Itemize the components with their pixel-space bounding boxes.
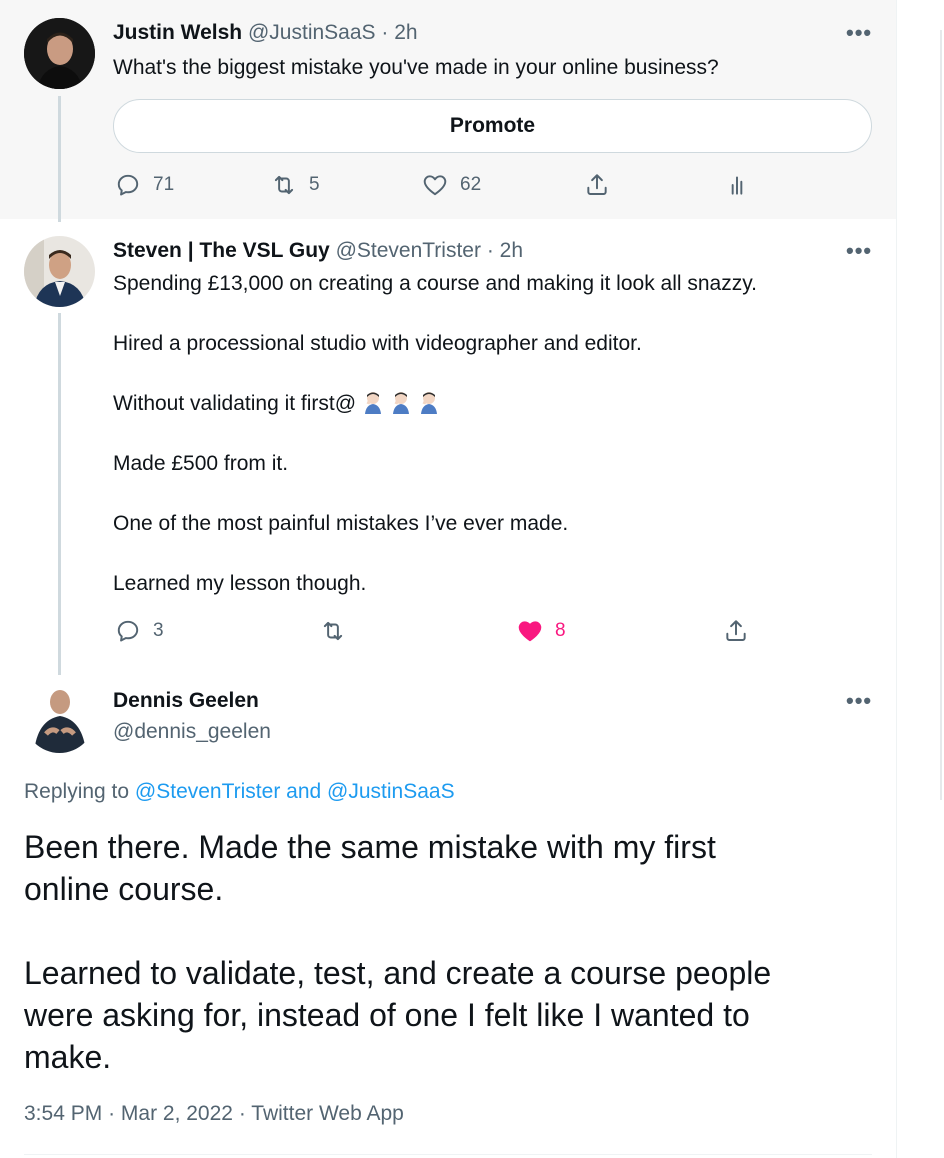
more-options-button[interactable]: ••• (846, 22, 872, 44)
author-name[interactable]: Justin Welsh (113, 21, 242, 44)
like-count: 62 (460, 174, 482, 195)
replying-to: Replying to @StevenTrister and @JustinSa… (24, 780, 455, 804)
tweet-text-line: Spending £13,000 on creating a course an… (113, 272, 758, 295)
reply-icon (117, 174, 139, 196)
promote-button[interactable]: Promote (113, 99, 872, 153)
tweet-text-line: One of the most painful mistakes I’ve ev… (113, 512, 569, 535)
tweet-text-line: Been there. Made the same mistake with m… (24, 829, 716, 865)
analytics-icon (731, 176, 743, 195)
tweet-source[interactable]: Twitter Web App (251, 1102, 404, 1125)
retweet-icon (323, 621, 343, 641)
heart-filled-icon (518, 621, 542, 642)
retweet-button[interactable]: 5 (271, 172, 320, 198)
facepalm-emoji-icon (418, 390, 440, 414)
share-button[interactable] (584, 172, 610, 198)
meta-separator: · (238, 1102, 246, 1125)
thread-line (58, 96, 61, 222)
divider (24, 1154, 872, 1155)
tweet-text-line: Without validating it first@ (113, 392, 357, 415)
tweet-text: What's the biggest mistake you've made i… (113, 56, 719, 79)
facepalm-emoji-icon (390, 390, 412, 414)
tweet-time[interactable]: 3:54 PM (24, 1102, 102, 1125)
share-icon (726, 620, 746, 641)
scrollbar[interactable] (940, 30, 942, 800)
avatar[interactable] (24, 682, 95, 753)
more-options-button[interactable]: ••• (846, 690, 872, 712)
tweet-header: Justin Welsh @JustinSaaS · 2h (113, 19, 418, 47)
reply-count: 71 (153, 174, 175, 195)
reply-icon (117, 620, 139, 642)
heart-icon (423, 175, 447, 196)
tweet-text-line: Learned to validate, test, and create a … (24, 955, 772, 991)
author-name[interactable]: Steven | The VSL Guy (113, 239, 330, 262)
tweet-header: Steven | The VSL Guy @StevenTrister · 2h (113, 237, 523, 265)
meta-separator: · (108, 1102, 116, 1125)
analytics-button[interactable] (724, 172, 750, 198)
avatar-photo (24, 682, 95, 753)
tweet-text-line: Learned my lesson though. (113, 572, 367, 595)
tweet-time[interactable]: · 2h (487, 239, 523, 262)
tweet-text-line: Made £500 from it. (113, 452, 289, 475)
retweet-button[interactable] (320, 618, 346, 644)
tweet-text-line: were asking for, instead of one I felt l… (24, 997, 750, 1033)
replying-prefix: Replying to (24, 780, 130, 803)
author-handle-row: @dennis_geelen (113, 718, 271, 746)
tweet-justin[interactable]: Justin Welsh @JustinSaaS · 2h ••• What's… (0, 0, 896, 222)
avatar[interactable] (24, 236, 95, 307)
like-button[interactable]: 62 (422, 172, 481, 198)
author-handle[interactable]: @StevenTrister (336, 239, 481, 262)
author-handle[interactable]: @dennis_geelen (113, 720, 271, 743)
retweet-icon (274, 175, 294, 195)
tweet-text-line-with-emoji: Without validating it first@ (113, 390, 440, 418)
author-name-row: Dennis Geelen (113, 687, 259, 715)
author-name[interactable]: Dennis Geelen (113, 689, 259, 712)
tweet-text-line: make. (24, 1039, 112, 1075)
like-button[interactable]: 8 (517, 618, 566, 644)
replying-to-link[interactable]: @StevenTrister and @JustinSaaS (135, 780, 455, 803)
facepalm-emoji-icon (362, 390, 384, 414)
share-button[interactable] (723, 618, 749, 644)
author-handle[interactable]: @JustinSaaS (248, 21, 376, 44)
avatar-photo (24, 18, 95, 89)
tweet-text-line: Hired a processional studio with videogr… (113, 332, 642, 355)
thread-line (58, 313, 61, 675)
share-icon (587, 174, 607, 195)
avatar-photo (24, 236, 95, 307)
reply-button[interactable]: 3 (115, 618, 164, 644)
like-count: 8 (555, 620, 566, 641)
tweet-text-line: online course. (24, 871, 224, 907)
tweet-meta: 3:54 PM · Mar 2, 2022 · Twitter Web App (24, 1102, 404, 1126)
reply-button[interactable]: 71 (115, 172, 174, 198)
more-options-button[interactable]: ••• (846, 240, 872, 262)
tweet-time[interactable]: · 2h (381, 21, 417, 44)
retweet-count: 5 (309, 174, 320, 195)
column-divider (896, 0, 897, 1158)
tweet-date[interactable]: Mar 2, 2022 (121, 1102, 233, 1125)
reply-count: 3 (153, 620, 164, 641)
avatar[interactable] (24, 18, 95, 89)
